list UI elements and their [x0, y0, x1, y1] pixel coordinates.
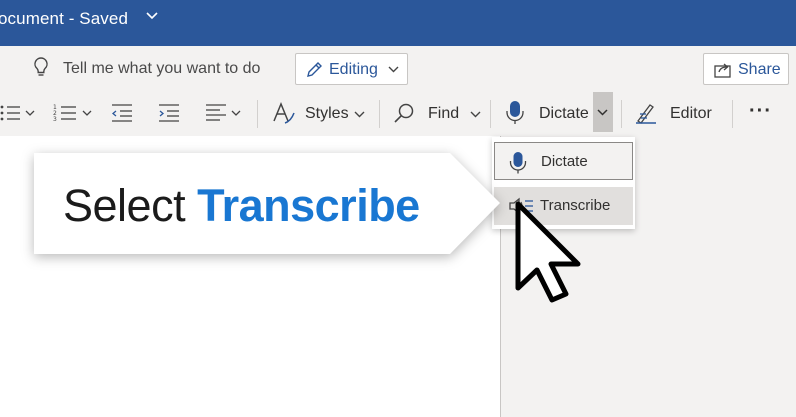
share-icon	[714, 63, 731, 78]
editor-button[interactable]: Editor	[634, 98, 724, 128]
editor-icon	[636, 104, 656, 124]
svg-text:3: 3	[53, 116, 57, 123]
chevron-down-icon	[388, 66, 399, 73]
dictate-label: Dictate	[539, 105, 589, 122]
increase-indent-button[interactable]	[157, 98, 183, 128]
styles-icon	[273, 102, 295, 124]
tell-me-search[interactable]: Tell me what you want to do	[63, 60, 260, 78]
bullet-list-icon	[0, 105, 35, 121]
title-bar: ocument - Saved	[0, 0, 796, 46]
chevron-down-icon	[354, 111, 365, 118]
more-options-button[interactable]: ···	[745, 98, 779, 128]
chevron-down-icon[interactable]	[145, 9, 159, 23]
chevron-down-icon	[597, 109, 608, 116]
editor-label: Editor	[670, 105, 712, 122]
decrease-indent-icon	[111, 104, 132, 122]
menu-item-label: Dictate	[541, 153, 588, 170]
share-label: Share	[738, 61, 781, 78]
dictate-dropdown-arrow[interactable]	[593, 92, 613, 132]
lightbulb-icon	[34, 57, 48, 76]
styles-label: Styles	[305, 105, 349, 122]
ribbon-divider	[490, 100, 491, 128]
align-button[interactable]	[204, 98, 246, 128]
share-button[interactable]: Share	[703, 53, 789, 85]
microphone-icon	[509, 152, 527, 174]
ribbon-divider	[379, 100, 380, 128]
align-left-icon	[206, 104, 241, 121]
decrease-indent-button[interactable]	[110, 98, 136, 128]
editing-label: Editing	[329, 61, 378, 78]
numbering-button[interactable]: 1 2 3	[52, 98, 98, 128]
find-label: Find	[428, 105, 460, 122]
ribbon-divider	[257, 100, 258, 128]
search-icon	[394, 103, 414, 123]
bullets-button[interactable]	[0, 98, 40, 128]
editing-mode-button[interactable]: Editing	[295, 53, 408, 85]
numbered-list-icon: 1 2 3	[53, 104, 92, 123]
document-title[interactable]: ocument - Saved	[0, 9, 128, 29]
styles-button[interactable]: Styles	[271, 98, 371, 128]
dictate-button[interactable]: Dictate	[505, 98, 591, 128]
microphone-icon	[506, 101, 524, 124]
callout-highlight: Transcribe	[197, 180, 420, 231]
menu-item-dictate[interactable]: Dictate	[494, 142, 633, 180]
ribbon-divider	[732, 100, 733, 128]
pencil-icon	[307, 62, 322, 77]
chevron-down-icon	[470, 111, 481, 118]
find-button[interactable]: Find	[393, 98, 485, 128]
mouse-pointer-icon	[515, 201, 581, 303]
callout-text: Select Transcribe	[63, 180, 420, 232]
ribbon-divider	[621, 100, 622, 128]
callout-prefix: Select	[63, 180, 186, 231]
increase-indent-icon	[159, 104, 179, 122]
more-options-label: ···	[749, 100, 772, 122]
